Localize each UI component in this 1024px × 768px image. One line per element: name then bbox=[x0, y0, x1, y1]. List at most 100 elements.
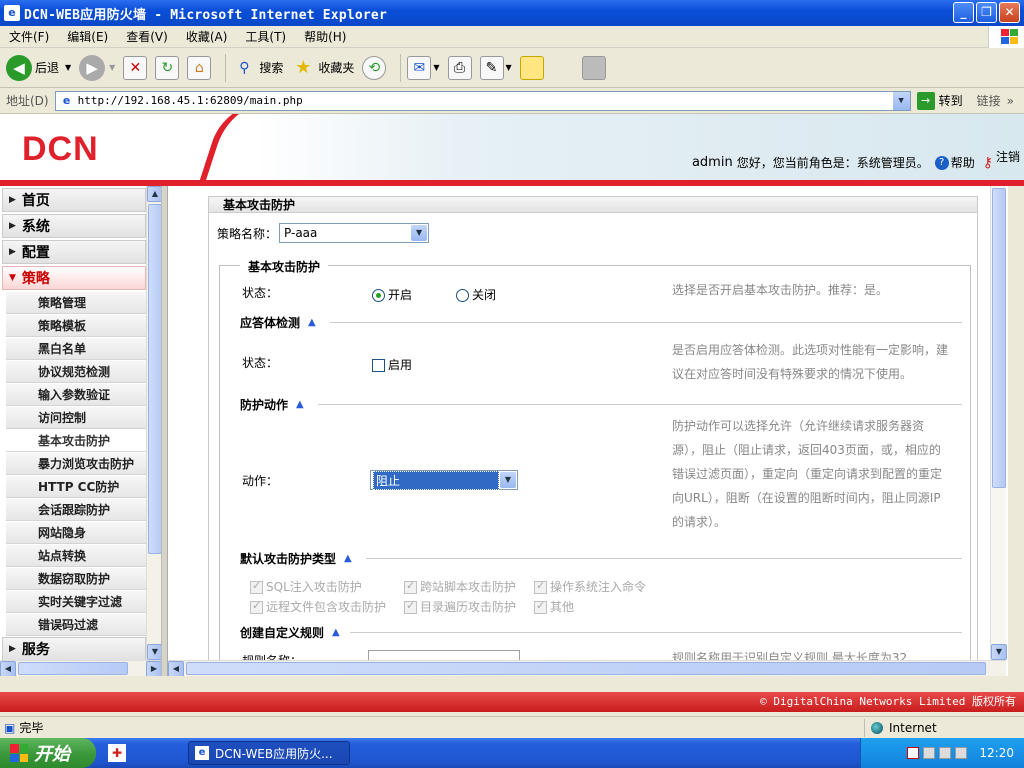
nav-policy[interactable]: ▼ 策略 bbox=[2, 266, 146, 290]
on-label: 开启 bbox=[388, 288, 413, 302]
nav-sub-item[interactable]: 错误码过滤 bbox=[6, 614, 146, 636]
scroll-down-icon[interactable]: ▼ bbox=[991, 644, 1007, 660]
nav-sub-item[interactable]: 协议规范检测 bbox=[6, 361, 146, 383]
divider bbox=[330, 322, 962, 323]
nav-sub-item[interactable]: 策略管理 bbox=[6, 292, 146, 314]
nav-sub-item[interactable]: 数据窃取防护 bbox=[6, 568, 146, 590]
task-label: DCN-WEB应用防火... bbox=[215, 746, 333, 761]
tray-icon[interactable] bbox=[907, 747, 920, 759]
nav-sub-item[interactable]: 实时关键字过滤 bbox=[6, 591, 146, 613]
nav-system[interactable]: ▶ 系统 bbox=[2, 214, 146, 238]
status-bar: ▣ 完毕 Internet bbox=[0, 716, 1024, 738]
scroll-left-icon[interactable]: ◀ bbox=[168, 661, 184, 676]
default-section-header[interactable]: 默认攻击防护类型 ▲ bbox=[240, 550, 352, 567]
minimize-button[interactable]: _ bbox=[953, 2, 974, 23]
maximize-button[interactable]: ❐ bbox=[976, 2, 997, 23]
menu-edit[interactable]: 编辑(E) bbox=[58, 28, 117, 45]
nav-service[interactable]: ▶ 服务 bbox=[2, 637, 146, 661]
resp-enable-checkbox[interactable]: 启用 bbox=[372, 356, 412, 373]
messenger-icon[interactable] bbox=[581, 55, 606, 80]
scroll-thumb[interactable] bbox=[186, 662, 986, 675]
go-button[interactable]: → 转到 bbox=[916, 91, 963, 110]
action-section-header[interactable]: 防护动作 ▲ bbox=[240, 396, 304, 413]
action-select[interactable]: 阻止 ▼ bbox=[370, 470, 518, 490]
back-label: 后退 bbox=[35, 61, 60, 75]
note-icon[interactable] bbox=[519, 55, 544, 80]
menu-file[interactable]: 文件(F) bbox=[0, 28, 58, 45]
start-label: 开始 bbox=[34, 744, 70, 765]
close-button[interactable]: ✕ bbox=[999, 2, 1020, 23]
scroll-up-icon[interactable]: ▲ bbox=[147, 186, 161, 202]
start-button[interactable]: 开始 bbox=[0, 738, 96, 768]
scroll-left-icon[interactable]: ◀ bbox=[0, 661, 16, 676]
nav-sub-item[interactable]: 网站隐身 bbox=[6, 522, 146, 544]
nav-sub-item[interactable]: 会话跟踪防护 bbox=[6, 499, 146, 521]
triangle-right-icon: ▶ bbox=[9, 247, 16, 257]
address-dropdown-icon[interactable]: ▼ bbox=[892, 91, 910, 110]
nav-sub-item[interactable]: 黑白名单 bbox=[6, 338, 146, 360]
menu-tools[interactable]: 工具(T) bbox=[236, 28, 295, 45]
help-link[interactable]: 帮助 bbox=[951, 154, 975, 171]
nav-sub-item[interactable]: 输入参数验证 bbox=[6, 384, 146, 406]
chevron-down-icon: ▼ bbox=[500, 472, 516, 488]
main-content: 基本攻击防护 策略名称： P-aaa ▼ 基本攻击防护 状态： 开启 关闭 选择… bbox=[168, 186, 1008, 676]
scroll-thumb[interactable] bbox=[18, 662, 128, 675]
address-input[interactable]: e http://192.168.45.1:62809/main.php ▼ bbox=[54, 90, 911, 111]
nav-sub-item-selected[interactable]: 基本攻击防护 bbox=[6, 430, 146, 452]
edit-icon[interactable]: ✎ bbox=[479, 55, 504, 80]
network-icon[interactable] bbox=[923, 747, 936, 759]
taskbar-item-ie[interactable]: e DCN-WEB应用防火... bbox=[188, 741, 350, 765]
quicklaunch-icon[interactable]: ✚ bbox=[108, 744, 126, 762]
sidebar-vertical-scrollbar[interactable]: ▲ ▼ bbox=[146, 186, 161, 660]
forward-button[interactable]: ▶ ▼ bbox=[79, 54, 115, 81]
search-button[interactable]: ⚲ 搜索 bbox=[232, 56, 283, 80]
nav-sub-item[interactable]: 暴力浏览攻击防护 bbox=[6, 453, 146, 475]
chevron-right-icon[interactable]: » bbox=[1007, 94, 1014, 108]
action-value: 阻止 bbox=[373, 470, 499, 490]
radio-unchecked-icon bbox=[456, 289, 469, 302]
home-icon[interactable]: ⌂ bbox=[187, 55, 212, 80]
type-label: 操作系统注入命令 bbox=[550, 580, 647, 594]
stop-icon[interactable]: ✕ bbox=[123, 55, 148, 80]
menu-view[interactable]: 查看(V) bbox=[117, 28, 177, 45]
menu-help[interactable]: 帮助(H) bbox=[295, 28, 355, 45]
status-on-radio[interactable]: 开启 bbox=[372, 286, 412, 303]
refresh-icon[interactable]: ↻ bbox=[155, 55, 180, 80]
links-button[interactable]: 链接 bbox=[977, 92, 1001, 109]
nav-sub-item[interactable]: 策略模板 bbox=[6, 315, 146, 337]
print-icon[interactable]: ⎙ bbox=[447, 55, 472, 80]
favorites-button[interactable]: ★ 收藏夹 bbox=[291, 56, 354, 80]
nav-sub-item[interactable]: 站点转换 bbox=[6, 545, 146, 567]
menu-favorites[interactable]: 收藏(A) bbox=[177, 28, 237, 45]
scroll-thumb[interactable] bbox=[992, 188, 1006, 488]
nav-sub-item[interactable]: 访问控制 bbox=[6, 407, 146, 429]
nav-config[interactable]: ▶ 配置 bbox=[2, 240, 146, 264]
action-note-line: 向URL），阻断（在设置的阻断时间内，阻止同源IP bbox=[672, 491, 941, 505]
custom-section-header[interactable]: 创建自定义规则 ▲ bbox=[240, 624, 340, 641]
speaker-icon[interactable] bbox=[939, 747, 952, 759]
windows-logo-icon bbox=[988, 26, 1024, 48]
nav-home[interactable]: ▶ 首页 bbox=[2, 188, 146, 212]
status-off-radio[interactable]: 关闭 bbox=[456, 286, 496, 303]
sidebar-horizontal-scrollbar[interactable]: ◀ ▶ bbox=[0, 660, 161, 676]
policy-select[interactable]: P-aaa ▼ bbox=[279, 223, 430, 243]
tray-icon[interactable] bbox=[955, 747, 968, 759]
globe-icon bbox=[871, 722, 883, 734]
policy-label: 策略名称： bbox=[217, 226, 278, 241]
back-button[interactable]: ◀ 后退 ▼ bbox=[6, 54, 71, 81]
logout-link[interactable]: 注销 bbox=[996, 148, 1020, 165]
action-note-line: 防护动作可以选择允许（允许继续请求服务器资 bbox=[672, 419, 925, 433]
content-horizontal-scrollbar[interactable]: ◀ bbox=[168, 660, 1006, 676]
window-titlebar: e DCN-WEB应用防火墙 - Microsoft Internet Expl… bbox=[0, 0, 1024, 26]
resp-section-header[interactable]: 应答体检测 ▲ bbox=[240, 314, 316, 331]
policy-row: 策略名称： P-aaa ▼ bbox=[217, 223, 430, 243]
scroll-right-icon[interactable]: ▶ bbox=[146, 661, 161, 676]
content-vertical-scrollbar[interactable]: ▼ bbox=[990, 186, 1007, 660]
mail-icon[interactable]: ✉ bbox=[407, 55, 432, 80]
scroll-down-icon[interactable]: ▼ bbox=[147, 644, 161, 660]
scroll-thumb[interactable] bbox=[148, 204, 161, 554]
custom-title: 创建自定义规则 bbox=[240, 626, 325, 640]
type-label: 目录遍历攻击防护 bbox=[420, 600, 517, 614]
history-icon[interactable]: ⟲ bbox=[362, 55, 387, 80]
nav-sub-item[interactable]: HTTP CC防护 bbox=[6, 476, 146, 498]
